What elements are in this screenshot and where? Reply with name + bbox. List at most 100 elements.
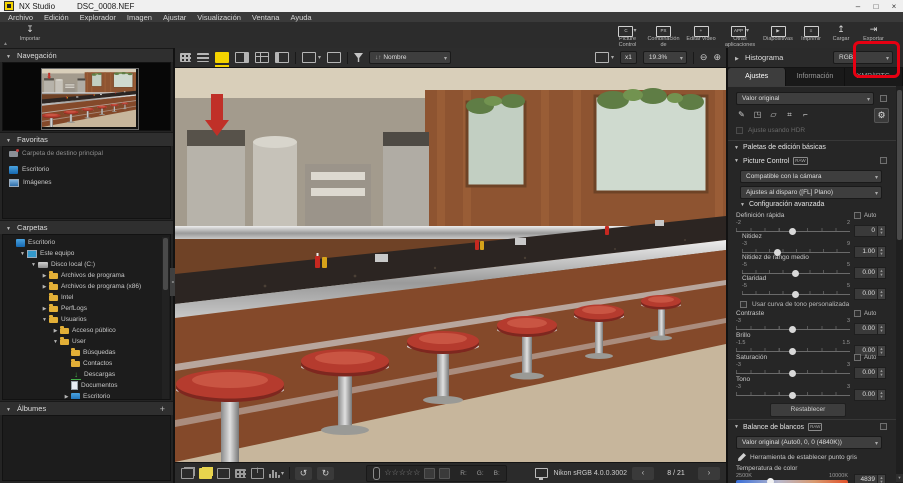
image-view-icon[interactable] bbox=[215, 52, 229, 67]
hue-slider[interactable] bbox=[736, 391, 850, 399]
slider-thumb[interactable] bbox=[789, 348, 796, 355]
filmstrip-left-icon[interactable] bbox=[275, 52, 289, 63]
sidebar-splitter-handle[interactable]: ◂ bbox=[170, 268, 175, 296]
stepper-icon[interactable]: ▲ ▼ bbox=[878, 389, 886, 401]
chevron-right-icon[interactable]: ▶ bbox=[40, 306, 49, 312]
tab-informacion[interactable]: Información bbox=[786, 68, 845, 86]
slider-thumb[interactable] bbox=[789, 326, 796, 333]
stepper-icon[interactable]: ▲ ▼ bbox=[878, 288, 886, 300]
tree-item-documentos[interactable]: Documentos bbox=[3, 380, 170, 391]
label-tag-icon[interactable] bbox=[424, 467, 436, 479]
zoom-1to1-button[interactable]: x1 bbox=[620, 51, 637, 64]
tree-item-user[interactable]: ▼ User bbox=[3, 336, 170, 347]
white-balance-checkbox[interactable] bbox=[880, 423, 887, 430]
color-control-point-icon[interactable]: ◳ bbox=[752, 109, 763, 120]
pixel-shift-button[interactable]: PX Combinación de desplazamiento de píxe… bbox=[645, 23, 684, 60]
favorite-imagenes[interactable]: Imágenes bbox=[3, 176, 170, 189]
collapse-toolbar-icon[interactable]: ▲ bbox=[3, 41, 8, 47]
hdr-checkbox[interactable] bbox=[736, 127, 743, 134]
slider-thumb[interactable] bbox=[773, 249, 781, 256]
next-image-button[interactable]: › bbox=[698, 466, 720, 480]
slider-thumb[interactable] bbox=[792, 291, 799, 298]
tree-item-descargas[interactable]: ↓ Descargas bbox=[3, 369, 170, 380]
import-button[interactable]: ↧ Importar bbox=[10, 23, 50, 47]
slider-thumb[interactable] bbox=[789, 392, 796, 399]
export-button[interactable]: ⇥ Exportar bbox=[857, 23, 890, 47]
tree-item-usuarios[interactable]: ▼ Usuarios bbox=[3, 314, 170, 325]
sync-zoom-icon[interactable] bbox=[327, 52, 342, 63]
zoom-percent-dropdown[interactable]: 19.3% bbox=[642, 51, 687, 65]
compare-button[interactable]: ▾ bbox=[302, 52, 321, 63]
menu-imagen[interactable]: Imagen bbox=[127, 13, 152, 22]
favorite-escritorio[interactable]: Escritorio bbox=[3, 163, 170, 176]
slider-thumb[interactable] bbox=[789, 370, 796, 377]
tree-item-perflogs[interactable]: ▶ PerfLogs bbox=[3, 303, 170, 314]
config-avanzada-header[interactable]: ▼ Configuración avanzada bbox=[740, 201, 824, 208]
tab-ajustes[interactable]: Ajustes bbox=[728, 68, 787, 86]
tree-item-archivos-programa[interactable]: ▶ Archivos de programa bbox=[3, 270, 170, 281]
retouch-brush-icon[interactable]: ✎ bbox=[736, 109, 747, 120]
menu-edicion[interactable]: Edición bbox=[44, 13, 69, 22]
slider-value-box[interactable]: 1.00 ▲ ▼ bbox=[854, 246, 886, 258]
tree-item-este-equipo[interactable]: ▼ Este equipo bbox=[3, 248, 170, 259]
auto-checkbox[interactable] bbox=[854, 212, 861, 219]
grid-overlay-icon[interactable] bbox=[235, 468, 246, 478]
rotate-right-button[interactable]: ↻ bbox=[317, 466, 335, 480]
picture-control-button[interactable]: C▾ Picture Control personalizado bbox=[610, 23, 645, 54]
tab-xmp-iptc[interactable]: XMP/IPTC bbox=[845, 68, 903, 86]
slider-value-box[interactable]: 0.00 ▲ ▼ bbox=[854, 288, 886, 300]
picture-control-checkbox[interactable] bbox=[880, 157, 887, 164]
image-filmstrip-icon[interactable] bbox=[235, 52, 249, 63]
tree-item-intel[interactable]: Intel bbox=[3, 292, 170, 303]
navigation-thumbnail[interactable] bbox=[41, 68, 139, 130]
tone-curve-checkbox[interactable] bbox=[740, 301, 747, 308]
slider-value-box[interactable]: 0 ▲ ▼ bbox=[854, 225, 886, 237]
favoritas-header[interactable]: ▼ Favoritas bbox=[0, 132, 173, 146]
tree-item-escritorio-2[interactable]: ▶ Escritorio bbox=[3, 391, 170, 399]
maximize-button[interactable]: □ bbox=[867, 1, 885, 12]
menu-ayuda[interactable]: Ayuda bbox=[290, 13, 311, 22]
gray-point-tool[interactable]: Herramienta de establecer punto gris bbox=[738, 453, 857, 461]
clarity-slider[interactable] bbox=[742, 290, 850, 298]
slider-thumb[interactable] bbox=[766, 478, 774, 483]
auto-checkbox[interactable] bbox=[854, 310, 861, 317]
viewer-single-icon[interactable] bbox=[181, 467, 194, 479]
hdr-checkbox-row[interactable]: Ajuste usando HDR bbox=[736, 127, 805, 134]
fullscreen-icon[interactable] bbox=[217, 467, 230, 479]
chevron-right-icon[interactable]: ▶ bbox=[40, 273, 49, 279]
multi-view-icon[interactable] bbox=[255, 52, 269, 63]
tree-item-busquedas[interactable]: Búsquedas bbox=[3, 347, 170, 358]
preset-dropdown[interactable]: Valor original bbox=[736, 92, 874, 106]
sort-dropdown[interactable]: ↓↑ Nombre bbox=[369, 51, 452, 65]
temperature-value-box[interactable]: 4839 ▲ ▼ bbox=[854, 474, 886, 483]
stepper-icon[interactable]: ▲ ▼ bbox=[878, 267, 886, 279]
chevron-down-icon[interactable]: ▼ bbox=[29, 262, 38, 268]
albumes-header[interactable]: ▼ Álbumes + bbox=[0, 401, 173, 415]
chevron-down-icon[interactable]: ▼ bbox=[51, 339, 60, 345]
chevron-right-icon[interactable]: ▶ bbox=[51, 328, 60, 334]
thumbnail-grid-icon[interactable] bbox=[180, 53, 191, 62]
other-apps-button[interactable]: APP ▾ Otras aplicaciones bbox=[720, 23, 760, 48]
label-pill-icon[interactable] bbox=[373, 466, 381, 480]
tree-scrollbar[interactable] bbox=[162, 237, 169, 399]
chevron-down-icon[interactable]: ▼ bbox=[18, 251, 27, 257]
menu-ajustar[interactable]: Ajustar bbox=[163, 13, 186, 22]
white-balance-header[interactable]: ▼ Balance de blancos RAW bbox=[734, 423, 823, 431]
carpetas-header[interactable]: ▼ Carpetas bbox=[0, 220, 173, 234]
tree-item-disco-local[interactable]: ▼ Disco local (C:) bbox=[3, 259, 170, 270]
menu-ventana[interactable]: Ventana bbox=[252, 13, 280, 22]
scroll-down-icon[interactable]: ▼ bbox=[896, 474, 903, 482]
upload-button[interactable]: ↥ Cargar bbox=[827, 23, 855, 47]
crop-icon[interactable]: ⌗ bbox=[784, 109, 795, 120]
menu-visualizacion[interactable]: Visualización bbox=[197, 13, 241, 22]
channel-dropdown[interactable]: RGB bbox=[833, 51, 893, 65]
minimize-button[interactable]: – bbox=[849, 1, 867, 12]
auto-checkbox-row[interactable]: Auto bbox=[854, 212, 876, 219]
edit-video-button[interactable]: + Editar vídeo bbox=[684, 23, 718, 47]
auto-checkbox-row[interactable]: Auto bbox=[854, 354, 876, 361]
print-button[interactable]: ≡ Imprimir bbox=[796, 23, 826, 47]
slideshow-button[interactable]: ▶ Diapositivas bbox=[762, 23, 794, 47]
panel-scrollbar[interactable]: ▼ bbox=[896, 86, 903, 483]
image-viewer[interactable] bbox=[175, 68, 726, 462]
tone-curve-checkbox-row[interactable]: Usar curva de tono personalizada bbox=[740, 301, 849, 308]
